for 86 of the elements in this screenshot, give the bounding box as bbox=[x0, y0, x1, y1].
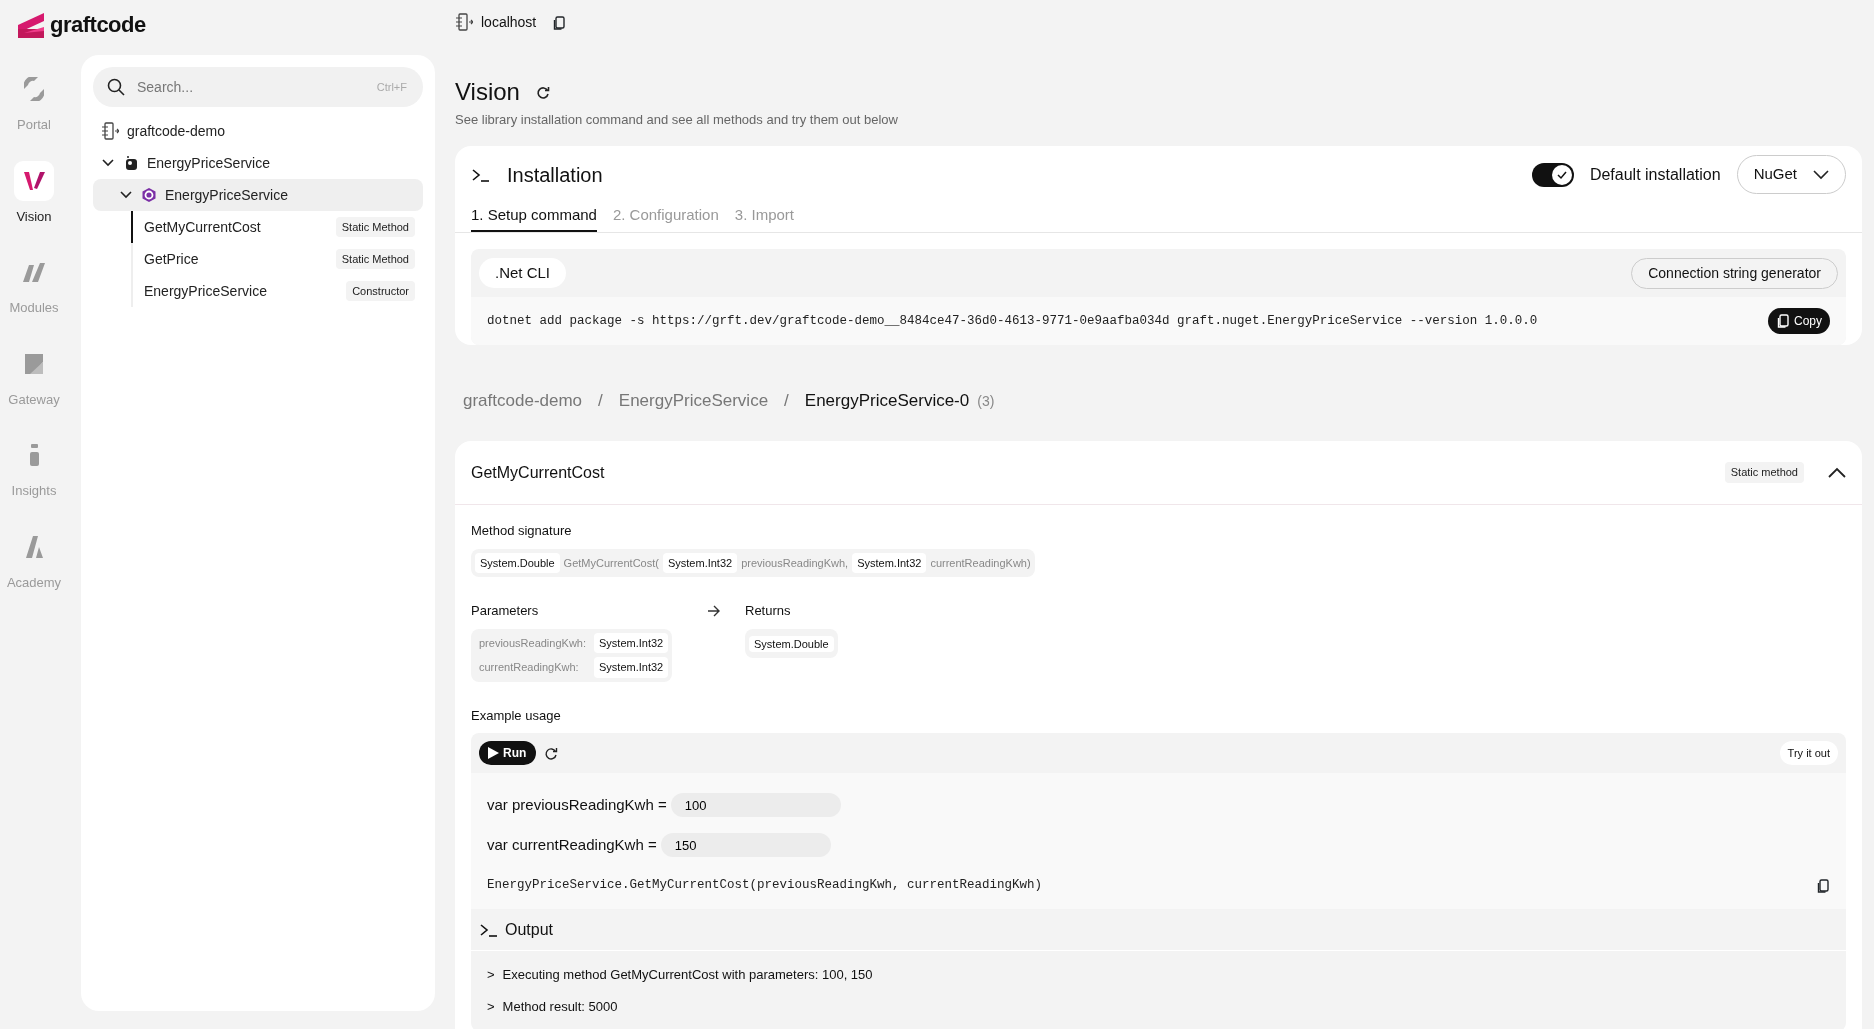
parameter-name: currentReadingKwh: bbox=[478, 660, 580, 675]
toggle-switch[interactable] bbox=[1531, 162, 1574, 187]
type-chip: System.Int32 bbox=[662, 552, 738, 573]
code-line: EnergyPriceService.GetMyCurrentCost(previousReadingKwh, currentReadingKwh) bbox=[487, 876, 1043, 894]
logo-icon bbox=[16, 10, 46, 39]
value-field[interactable]: 100 bbox=[670, 793, 841, 817]
type-chip: System.Int32 bbox=[852, 552, 927, 573]
insights-logo-icon bbox=[29, 444, 39, 466]
method-tag: Static method bbox=[1724, 462, 1804, 483]
item-count: (3) bbox=[977, 391, 995, 411]
signature-text: currentReadingKwh) bbox=[930, 555, 1031, 571]
gateway-logo-icon bbox=[25, 353, 43, 374]
method-tag: Constructor bbox=[346, 280, 415, 302]
step-tab[interactable]: 1. Setup command bbox=[471, 203, 597, 232]
breadcrumb-separator: / bbox=[598, 390, 603, 413]
prompt-symbol: > bbox=[487, 998, 495, 1017]
csharp-icon bbox=[141, 187, 157, 203]
type-chip: System.Double bbox=[749, 635, 834, 652]
modules-logo-icon bbox=[23, 262, 45, 282]
page-subtitle: See library installation command and see all methods and try them out below bbox=[455, 111, 899, 129]
method-tag: Static Method bbox=[335, 248, 415, 270]
refresh-icon bbox=[535, 85, 550, 100]
refresh-icon bbox=[544, 746, 559, 761]
terminal-icon bbox=[479, 921, 497, 938]
signature-text: previousReadingKwh, bbox=[741, 555, 849, 571]
server-icon bbox=[101, 122, 119, 140]
tree-label: EnergyPriceService bbox=[165, 185, 288, 205]
method-name: EnergyPriceService bbox=[144, 281, 267, 301]
section-label: Parameters bbox=[471, 602, 539, 620]
tool-tab[interactable]: .Net CLI bbox=[479, 257, 567, 289]
section-title: Installation bbox=[507, 162, 603, 188]
section-label: Example usage bbox=[471, 706, 562, 725]
tree-label: EnergyPriceService bbox=[147, 153, 270, 173]
type-chip: System.Double bbox=[475, 552, 560, 573]
package-manager-dropdown[interactable]: NuGet bbox=[1736, 155, 1846, 194]
tree-item[interactable]: GetPrice Static Method bbox=[131, 243, 423, 275]
output-line: Executing method GetMyCurrentCost with parameters: 100, 150 bbox=[502, 966, 873, 985]
breadcrumb-link[interactable]: EnergyPriceService bbox=[618, 388, 769, 414]
method-title: GetMyCurrentCost bbox=[471, 462, 605, 483]
tree-label: graftcode-demo bbox=[127, 121, 226, 141]
output-line: Method result: 5000 bbox=[502, 998, 618, 1017]
copy-icon bbox=[1776, 313, 1790, 329]
prompt-symbol: > bbox=[487, 966, 495, 985]
value-field[interactable]: 150 bbox=[660, 833, 831, 857]
tree-item[interactable]: GetMyCurrentCost Static Method bbox=[131, 211, 423, 243]
method-name: GetMyCurrentCost bbox=[144, 217, 261, 237]
variable-label: var currentReadingKwh = bbox=[487, 834, 657, 855]
breadcrumb-link[interactable]: EnergyPriceService-0 bbox=[804, 388, 970, 414]
method-name: GetPrice bbox=[144, 249, 199, 269]
server-icon bbox=[455, 13, 473, 31]
arrow-right-icon bbox=[707, 604, 721, 617]
tree-item[interactable]: EnergyPriceService Constructor bbox=[131, 275, 423, 307]
variable-label: var previousReadingKwh = bbox=[487, 794, 667, 815]
parameter-name: previousReadingKwh: bbox=[478, 635, 587, 651]
play-icon bbox=[487, 746, 499, 760]
breadcrumb-separator: / bbox=[784, 390, 789, 413]
terminal-icon bbox=[471, 166, 491, 183]
vision-logo-icon bbox=[23, 171, 45, 190]
try-button[interactable]: Try it out bbox=[1779, 740, 1838, 766]
page-title: Vision bbox=[455, 77, 520, 107]
copy-button[interactable]: Copy bbox=[1768, 308, 1830, 334]
section-label: Returns bbox=[745, 602, 792, 620]
run-button[interactable]: Run bbox=[479, 741, 537, 765]
chevron-down-icon bbox=[1813, 167, 1829, 182]
toggle-label: Default installation bbox=[1589, 164, 1721, 185]
academy-logo-icon bbox=[25, 535, 43, 558]
brand-name: graftcode bbox=[50, 11, 146, 39]
tree-item[interactable]: EnergyPriceService bbox=[93, 179, 423, 211]
section-label: Method signature bbox=[471, 522, 573, 540]
rail-item[interactable]: Vision bbox=[0, 160, 68, 226]
copy-icon bbox=[1816, 877, 1830, 894]
command-text: dotnet add package -s https://grft.dev/graftcode-demo__8484ce47-36d0-4613-9771-0e9aafba034d graft.nuget.EnergyPriceService --version 1.0.0.0 bbox=[487, 312, 1538, 330]
output-title: Output bbox=[505, 919, 554, 940]
method-tag: Static Method bbox=[335, 216, 415, 238]
copy-icon bbox=[552, 14, 567, 31]
tree-item[interactable]: graftcode-demo bbox=[93, 115, 423, 147]
package-icon bbox=[123, 155, 139, 171]
tree-item[interactable]: EnergyPriceService bbox=[93, 147, 423, 179]
signature-text: GetMyCurrentCost( bbox=[563, 555, 659, 571]
breadcrumb-link[interactable]: graftcode-demo bbox=[463, 388, 583, 414]
shortcut-hint: Ctrl+F bbox=[376, 80, 407, 95]
chevron-up-icon bbox=[1828, 467, 1846, 480]
portal-logo-icon bbox=[24, 77, 44, 101]
host-name: localhost bbox=[481, 12, 537, 32]
type-chip: System.Int32 bbox=[594, 657, 669, 678]
type-chip: System.Int32 bbox=[594, 632, 669, 653]
